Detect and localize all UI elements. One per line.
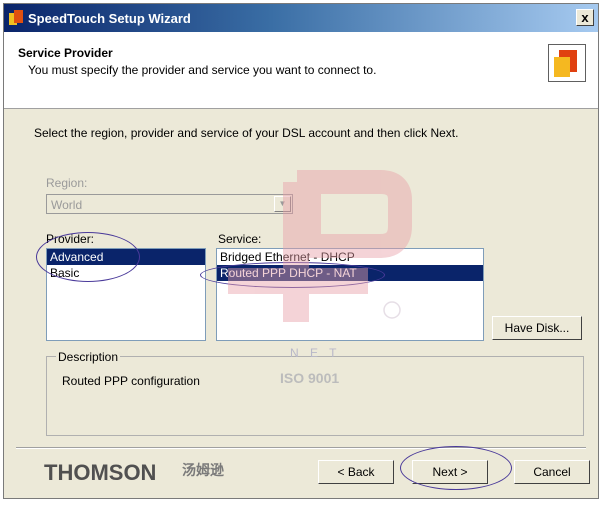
description-text: Routed PPP configuration [62,374,200,388]
wizard-header: Service Provider You must specify the pr… [4,32,598,109]
service-label: Service: [218,232,262,246]
region-value: World [51,198,83,212]
service-item-routed[interactable]: Routed PPP DHCP - NAT [217,265,483,281]
service-item-bridged[interactable]: Bridged Ethernet - DHCP [217,249,483,265]
window-title: SpeedTouch Setup Wizard [28,11,191,26]
region-label: Region: [46,176,88,190]
close-button[interactable]: x [576,9,594,26]
watermark-net-text: N E T [290,346,341,360]
cancel-button[interactable]: Cancel [514,460,590,484]
chevron-down-icon[interactable]: ▼ [274,196,291,212]
instructions-text: Select the region, provider and service … [34,126,459,140]
next-button[interactable]: Next > [412,460,488,484]
provider-list[interactable]: Advanced Basic [46,248,206,341]
thomson-logo-cn: 汤姆逊 [182,462,224,478]
setup-wizard-window: SpeedTouch Setup Wizard x Service Provid… [3,3,599,499]
description-label: Description [56,350,121,364]
page-title: Service Provider [18,46,113,60]
provider-label: Provider: [46,232,95,246]
wizard-logo-icon [548,44,586,82]
title-bar: SpeedTouch Setup Wizard x [4,4,598,32]
separator [16,447,586,449]
back-button[interactable]: < Back [318,460,394,484]
provider-item-basic[interactable]: Basic [47,265,205,281]
description-group [46,356,584,436]
region-select[interactable]: World ▼ [46,194,293,214]
have-disk-button[interactable]: Have Disk... [492,316,582,340]
speedtouch-logo-icon [9,10,23,25]
watermark-iso-text: ISO 9001 [280,370,340,386]
page-subtitle: You must specify the provider and servic… [28,63,377,77]
thomson-logo: THOMSON [44,460,157,485]
service-list[interactable]: Bridged Ethernet - DHCP Routed PPP DHCP … [216,248,484,341]
provider-item-advanced[interactable]: Advanced [47,249,205,265]
